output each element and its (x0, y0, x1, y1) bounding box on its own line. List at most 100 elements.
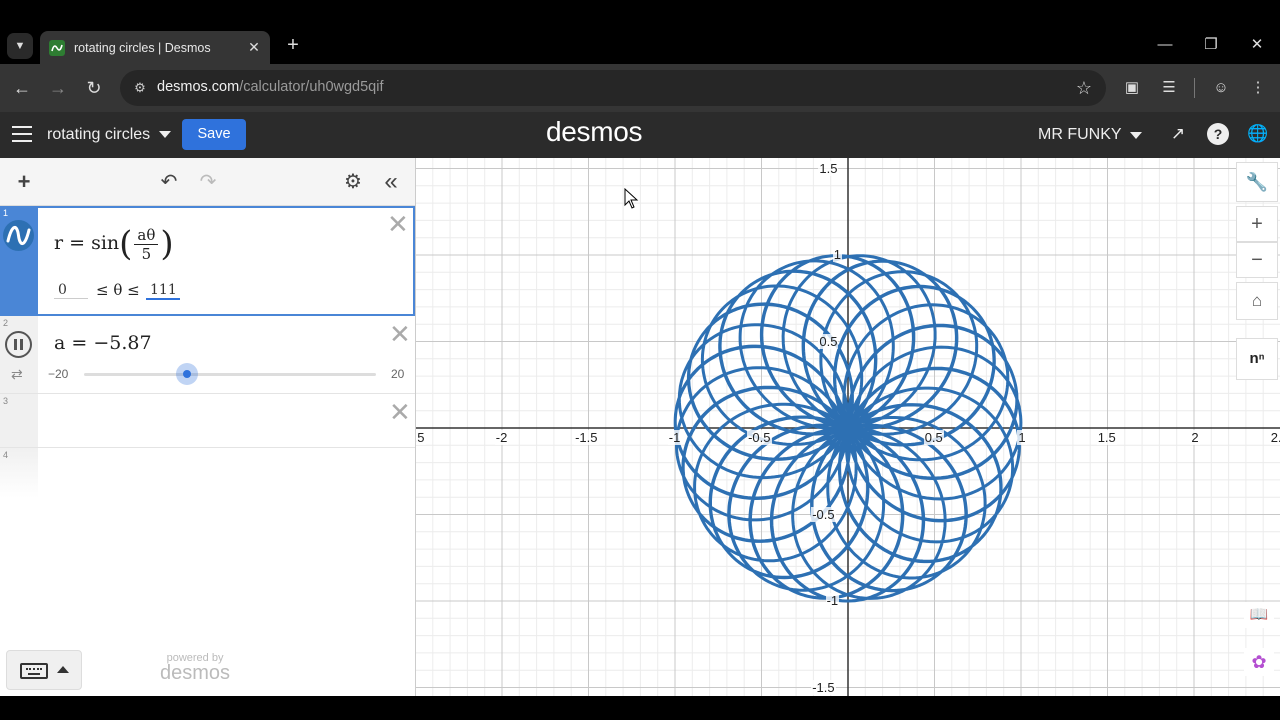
url-text: desmos.com/calculator/uh0wgd5qif (157, 79, 384, 95)
domain-operator: ≤ θ ≤ (96, 281, 140, 299)
expression-gutter: 1 (0, 206, 38, 316)
expression-panel: + ↶ ↷ ⚙ « 1 r = sin(aθ5) 0 ≤ θ ≤ 111 ✕ (0, 158, 416, 696)
x-tick-label: 0.5 (923, 430, 944, 445)
y-tick-label: 0.5 (818, 333, 839, 349)
slider-track[interactable] (84, 373, 376, 376)
pause-icon[interactable] (5, 331, 32, 358)
tab-title: rotating circles | Desmos (74, 40, 211, 55)
slider-min[interactable]: −20 (48, 367, 68, 381)
expression-row-1[interactable]: 1 r = sin(aθ 5) 0 ≤ θ ≤ 111 ✕ (0, 206, 415, 316)
expression-index: 3 (3, 396, 9, 406)
profile-avatar-icon[interactable]: ☺ (1209, 76, 1233, 100)
tab-search-button[interactable]: ▼ (7, 33, 33, 59)
desmos-favicon-icon (49, 39, 65, 56)
x-tick-label: 1 (1017, 430, 1027, 445)
default-viewport-home-icon[interactable]: ⌂ (1236, 282, 1278, 320)
graph-settings-wrench-icon[interactable]: 🔧 (1236, 162, 1278, 202)
keypad-toggle-button[interactable] (6, 650, 82, 690)
expression-formula[interactable]: r = sin(aθ 5) (54, 224, 174, 264)
screen: ▼ rotating circles | Desmos ✕ + — ❐ ✕ ← … (0, 0, 1280, 720)
share-icon[interactable]: ↗ (1167, 123, 1189, 145)
y-tick-label: 1 (832, 247, 843, 262)
address-bar[interactable]: ⚙ desmos.com/calculator/uh0wgd5qif ☆ (120, 70, 1106, 106)
y-tick-label: -1.5 (811, 679, 836, 695)
x-tick-label: -2 (494, 430, 509, 445)
x-tick-label: 2 (1190, 430, 1200, 445)
forward-icon[interactable]: → (45, 76, 71, 100)
domain-max-input[interactable]: 111 (146, 282, 180, 300)
x-tick-label: -1 (667, 430, 682, 445)
loop-mode-icon[interactable]: ⇄ (11, 366, 23, 383)
help-icon[interactable]: ? (1207, 123, 1229, 145)
minimize-icon[interactable]: — (1142, 30, 1188, 60)
delete-expression-icon[interactable]: ✕ (389, 321, 411, 347)
x-tick-label: 1.5 (1096, 430, 1117, 445)
restore-icon[interactable]: ❐ (1188, 30, 1234, 60)
y-tick-label: -1 (825, 593, 840, 608)
expression-gutter: 4 (0, 448, 38, 498)
expression-index: 2 (3, 318, 9, 328)
new-tab-button[interactable]: + (282, 33, 304, 57)
window-close-icon[interactable]: ✕ (1234, 30, 1280, 60)
expression-gutter: 2 ⇄ (0, 316, 38, 393)
expression-row-2[interactable]: 2 ⇄ a = −5.87 −20 20 ✕ (0, 316, 415, 394)
zoom-out-icon[interactable]: − (1236, 242, 1278, 278)
extension-icon[interactable]: ▣ (1120, 76, 1144, 100)
expression-index: 4 (3, 450, 9, 460)
slider-max[interactable]: 20 (391, 367, 404, 381)
save-button[interactable]: Save (182, 119, 246, 150)
keyboard-icon (20, 663, 48, 679)
graph-canvas[interactable] (416, 158, 1280, 696)
language-globe-icon[interactable]: 🌐 (1247, 123, 1269, 145)
site-info-icon[interactable]: ⚙ (130, 78, 150, 98)
graph-paper[interactable]: -2.5 -2 -1.5 -1 -0.5 0.5 1 1.5 2 2.5 1.5 1 0.5 -0.5 -1… (416, 158, 1280, 696)
user-caret-icon[interactable] (1130, 132, 1142, 139)
expression-row-4[interactable]: 4 (0, 448, 415, 498)
collapse-panel-icon[interactable]: « (379, 170, 403, 194)
user-menu[interactable]: MR FUNKY (1038, 126, 1122, 144)
reload-icon[interactable]: ↻ (81, 76, 107, 100)
bookmark-star-icon[interactable]: ☆ (1076, 77, 1092, 99)
extensions-puzzle-icon[interactable]: ☰ (1157, 76, 1181, 100)
menu-icon[interactable] (12, 126, 32, 142)
expression-toolbar: + ↶ ↷ ⚙ « (0, 158, 415, 206)
toolbar-separator (1194, 78, 1195, 98)
delete-expression-icon[interactable]: ✕ (389, 399, 411, 425)
expression-index: 1 (3, 208, 9, 218)
graph-title[interactable]: rotating circles (47, 126, 150, 144)
settings-gear-icon[interactable]: ⚙ (341, 170, 365, 194)
expression-gutter: 3 (0, 394, 38, 447)
expression-row-3[interactable]: 3 ✕ (0, 394, 415, 448)
x-tick-label: -1.5 (574, 430, 599, 445)
slider-thumb[interactable] (176, 363, 199, 385)
polar-curve-icon[interactable] (3, 220, 34, 251)
domain-min-input[interactable]: 0 (54, 282, 88, 299)
browser-tab[interactable]: rotating circles | Desmos ✕ (40, 31, 270, 64)
graph-title-caret-icon[interactable] (159, 131, 171, 138)
chevron-down-icon: ▼ (14, 40, 26, 52)
desmos-header: rotating circles Save desmos MR FUNKY ↗ … (0, 112, 1280, 158)
delete-expression-icon[interactable]: ✕ (387, 211, 409, 237)
x-tick-label: -2.5 (416, 430, 426, 445)
book-icon[interactable]: 📖 (1244, 602, 1274, 628)
undo-icon[interactable]: ↶ (157, 170, 181, 194)
back-icon[interactable]: ← (9, 76, 35, 100)
bottom-black-bar (0, 696, 1280, 720)
y-tick-label: -0.5 (811, 506, 836, 522)
tab-close-icon[interactable]: ✕ (242, 39, 266, 56)
y-tick-label: 1.5 (818, 160, 839, 176)
x-tick-label: 2.5 (1269, 430, 1280, 445)
browser-menu-icon[interactable]: ⋮ (1246, 76, 1270, 100)
slider-expression[interactable]: a = −5.87 (54, 332, 152, 354)
desmos-logo: desmos (546, 116, 643, 147)
mouse-cursor-icon (624, 188, 639, 209)
notation-nth-icon[interactable]: nⁿ (1236, 338, 1278, 380)
brain-icon[interactable]: ✿ (1244, 648, 1274, 676)
redo-icon[interactable]: ↷ (196, 170, 220, 194)
browser-tab-bar: ▼ rotating circles | Desmos ✕ + — ❐ ✕ (0, 0, 1280, 64)
add-item-icon[interactable]: + (12, 170, 36, 194)
caret-up-icon (57, 666, 69, 673)
x-tick-label: -0.5 (747, 430, 772, 445)
zoom-in-icon[interactable]: + (1236, 206, 1278, 242)
powered-by-desmos: powered by desmos (160, 652, 231, 684)
